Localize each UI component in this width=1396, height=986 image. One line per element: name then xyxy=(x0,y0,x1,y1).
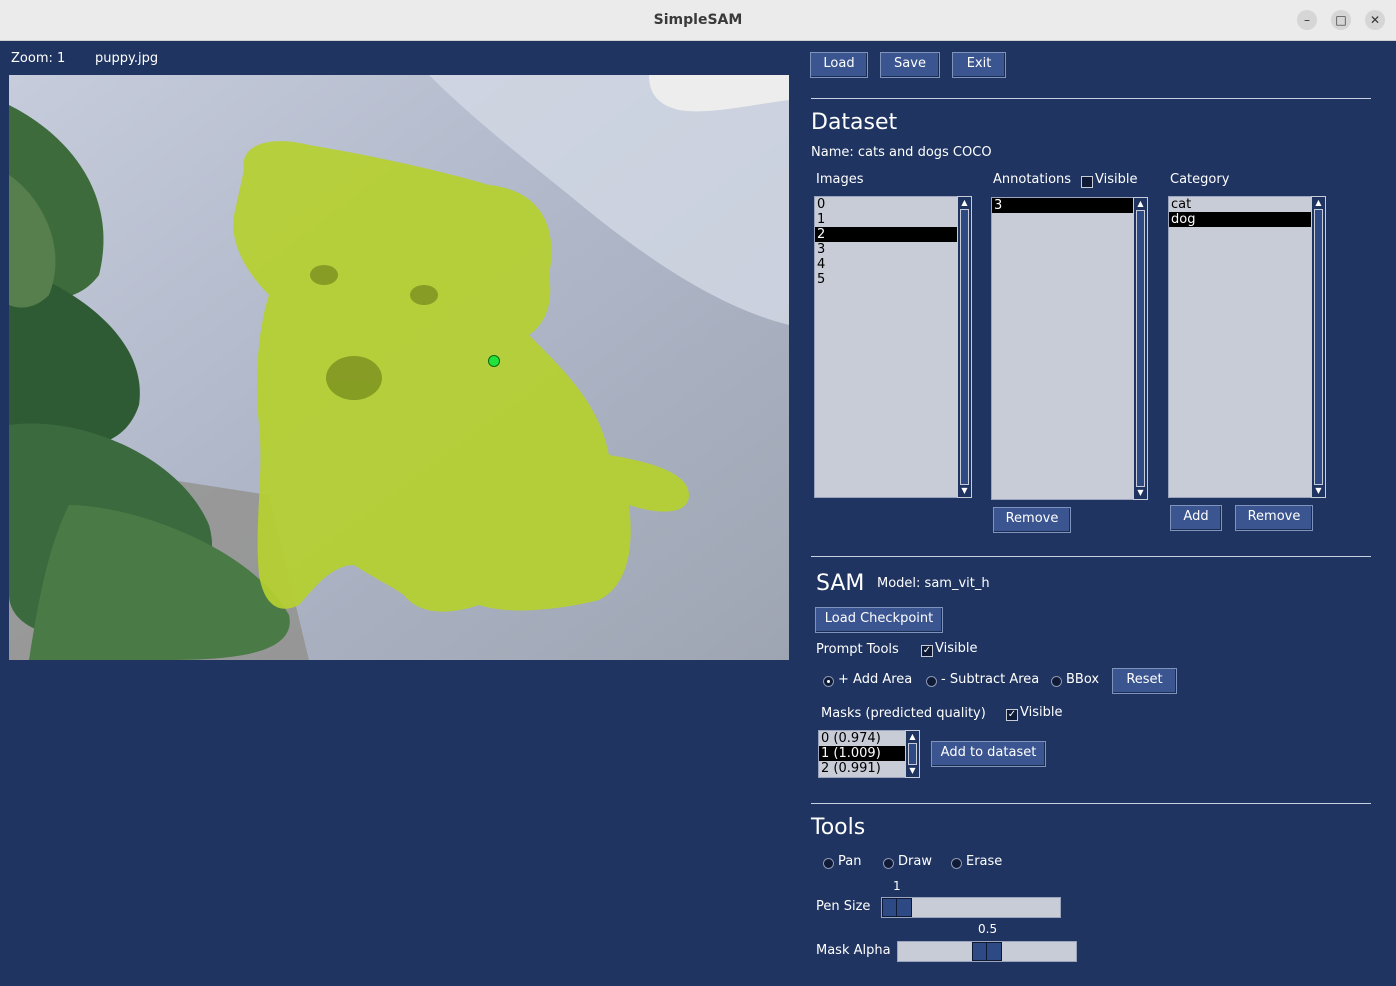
draw-radio[interactable] xyxy=(883,858,894,869)
annotations-header: Annotations xyxy=(993,172,1072,187)
reset-button[interactable]: Reset xyxy=(1112,668,1177,694)
slider-handle[interactable] xyxy=(972,942,1002,961)
images-listbox[interactable]: 0 1 2 3 4 5 xyxy=(814,196,958,498)
prompt-point xyxy=(488,355,500,367)
divider xyxy=(811,803,1371,804)
masks-listbox[interactable]: 0 (0.974) 1 (1.009) 2 (0.991) xyxy=(818,730,906,778)
annotations-scrollbar[interactable]: ▲ ▼ xyxy=(1133,197,1148,500)
add-area-label[interactable]: + Add Area xyxy=(838,672,912,687)
masks-scrollbar[interactable]: ▲ ▼ xyxy=(905,730,920,778)
sam-heading: SAM xyxy=(816,571,865,596)
divider xyxy=(811,556,1371,557)
images-scrollbar[interactable]: ▲ ▼ xyxy=(957,196,972,498)
add-area-radio[interactable] xyxy=(823,676,834,687)
scroll-up-icon[interactable]: ▲ xyxy=(1134,199,1147,209)
minimize-icon[interactable]: – xyxy=(1297,10,1317,30)
bbox-radio[interactable] xyxy=(1051,676,1062,687)
dataset-heading: Dataset xyxy=(811,110,898,135)
add-category-button[interactable]: Add xyxy=(1170,505,1222,531)
dataset-name-label: Name: cats and dogs COCO xyxy=(811,145,992,160)
divider xyxy=(811,98,1371,99)
list-item[interactable]: 1 (1.009) xyxy=(819,746,905,761)
list-item[interactable]: 2 xyxy=(815,227,957,242)
list-item[interactable]: dog xyxy=(1169,212,1311,227)
load-checkpoint-button[interactable]: Load Checkpoint xyxy=(815,607,943,633)
scroll-thumb[interactable] xyxy=(1314,209,1323,485)
list-item[interactable]: 0 (0.974) xyxy=(819,731,905,746)
pan-label[interactable]: Pan xyxy=(838,854,861,869)
exit-button[interactable]: Exit xyxy=(952,52,1006,78)
list-item[interactable]: 4 xyxy=(815,257,957,272)
prompt-visible-label: Visible xyxy=(935,641,978,656)
prompt-visible-checkbox[interactable]: ✓ xyxy=(921,645,933,657)
list-item[interactable]: cat xyxy=(1169,197,1311,212)
bbox-label[interactable]: BBox xyxy=(1066,672,1099,687)
slider-handle[interactable] xyxy=(882,898,912,917)
image-canvas[interactable] xyxy=(9,75,789,660)
annotations-listbox[interactable]: 3 xyxy=(991,197,1134,500)
pen-size-slider[interactable] xyxy=(881,897,1061,918)
mask-alpha-label: Mask Alpha xyxy=(816,943,891,958)
subtract-area-label[interactable]: - Subtract Area xyxy=(941,672,1039,687)
zoom-label: Zoom: 1 xyxy=(11,51,66,66)
category-listbox[interactable]: cat dog xyxy=(1168,196,1312,498)
list-item[interactable]: 3 xyxy=(992,198,1133,213)
mask-alpha-slider[interactable] xyxy=(897,941,1077,962)
annotations-visible-checkbox[interactable] xyxy=(1081,176,1093,188)
maximize-icon[interactable]: □ xyxy=(1331,10,1351,30)
add-to-dataset-button[interactable]: Add to dataset xyxy=(931,741,1046,767)
pen-size-label: Pen Size xyxy=(816,899,871,914)
scroll-up-icon[interactable]: ▲ xyxy=(1312,198,1325,208)
scroll-thumb[interactable] xyxy=(1136,210,1145,487)
annotations-visible-label: Visible xyxy=(1095,172,1138,187)
window-title: SimpleSAM xyxy=(653,12,743,28)
scroll-thumb[interactable] xyxy=(908,743,917,765)
remove-annotation-button[interactable]: Remove xyxy=(993,507,1071,533)
scroll-down-icon[interactable]: ▼ xyxy=(958,486,971,496)
list-item[interactable]: 2 (0.991) xyxy=(819,761,905,776)
remove-category-button[interactable]: Remove xyxy=(1235,505,1313,531)
prompt-tools-label: Prompt Tools xyxy=(816,642,899,657)
scroll-thumb[interactable] xyxy=(960,209,969,485)
scroll-down-icon[interactable]: ▼ xyxy=(1134,488,1147,498)
masks-visible-label: Visible xyxy=(1020,705,1063,720)
pen-size-value: 1 xyxy=(893,879,901,893)
close-icon[interactable]: ✕ xyxy=(1365,10,1385,30)
list-item[interactable]: 3 xyxy=(815,242,957,257)
subtract-area-radio[interactable] xyxy=(926,676,937,687)
scroll-down-icon[interactable]: ▼ xyxy=(1312,486,1325,496)
image-view xyxy=(9,75,789,660)
save-button[interactable]: Save xyxy=(880,52,940,78)
list-item[interactable]: 1 xyxy=(815,212,957,227)
list-item[interactable]: 5 xyxy=(815,272,957,287)
masks-visible-checkbox[interactable]: ✓ xyxy=(1006,709,1018,721)
pan-radio[interactable] xyxy=(823,858,834,869)
erase-radio[interactable] xyxy=(951,858,962,869)
filename-label: puppy.jpg xyxy=(95,51,159,66)
mask-alpha-value: 0.5 xyxy=(978,922,998,936)
category-header: Category xyxy=(1170,172,1230,187)
scroll-up-icon[interactable]: ▲ xyxy=(958,198,971,208)
scroll-down-icon[interactable]: ▼ xyxy=(906,766,919,776)
scroll-up-icon[interactable]: ▲ xyxy=(906,732,919,742)
masks-label: Masks (predicted quality) xyxy=(821,706,986,721)
load-button[interactable]: Load xyxy=(810,52,868,78)
category-scrollbar[interactable]: ▲ ▼ xyxy=(1311,196,1326,498)
tools-heading: Tools xyxy=(811,815,866,840)
model-label: Model: sam_vit_h xyxy=(877,576,990,591)
window-titlebar: SimpleSAM – □ ✕ xyxy=(0,0,1396,41)
images-header: Images xyxy=(816,172,864,187)
draw-label[interactable]: Draw xyxy=(898,854,932,869)
erase-label[interactable]: Erase xyxy=(966,854,1002,869)
list-item[interactable]: 0 xyxy=(815,197,957,212)
